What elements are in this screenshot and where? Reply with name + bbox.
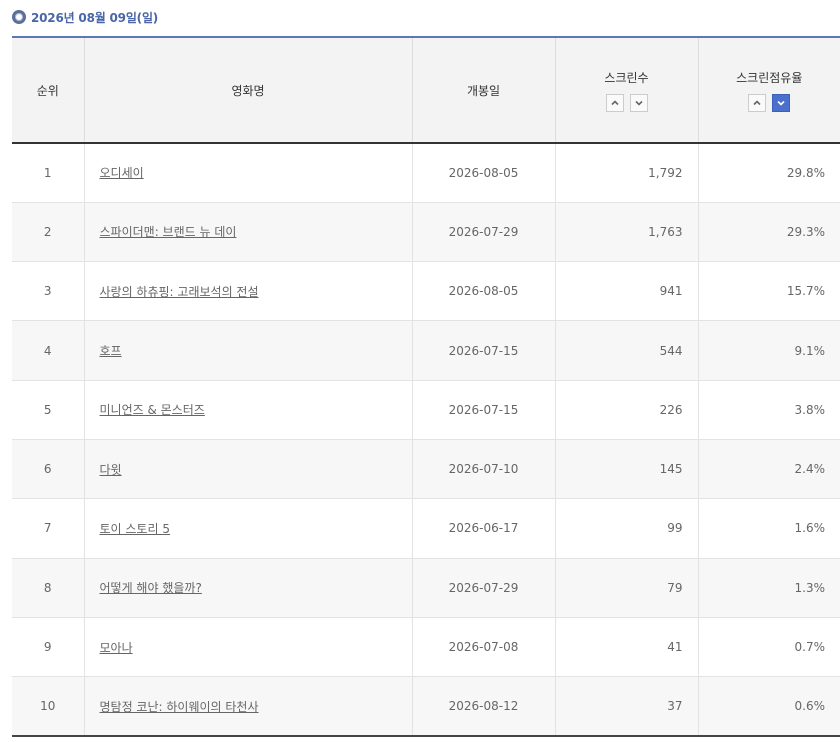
sort-desc-share-button[interactable]	[772, 93, 791, 112]
movie-title-link[interactable]: 미니언즈 & 몬스터즈	[100, 403, 205, 417]
share-sort-group	[699, 93, 840, 112]
screens-cell: 41	[555, 617, 699, 678]
share-cell: 2.4%	[698, 439, 840, 500]
screens-sort-group	[556, 93, 698, 112]
movie-title-link[interactable]: 모아나	[100, 641, 133, 655]
movie-title-link[interactable]: 명탐정 코난: 하이웨이의 타천사	[100, 700, 259, 714]
screens-cell: 145	[555, 439, 699, 500]
chevron-up-icon	[753, 99, 761, 105]
movie-title-link[interactable]: 스파이더맨: 브랜드 뉴 데이	[100, 225, 237, 239]
title-cell: 모아나	[84, 617, 413, 678]
screens-cell: 99	[555, 498, 699, 559]
col-header-share: 스크린점유율	[698, 36, 840, 144]
title-cell: 미니언즈 & 몬스터즈	[84, 380, 413, 440]
date-text: 2026년 08월 09일(일)	[31, 10, 159, 25]
rank-cell: 8	[12, 558, 85, 618]
rank-cell: 5	[12, 380, 85, 440]
table-row: 4 호프 2026-07-15 544 9.1%	[12, 320, 840, 381]
sort-asc-share-button[interactable]	[748, 93, 767, 112]
rank-cell: 3	[12, 261, 85, 322]
open-date-cell: 2026-07-29	[412, 202, 556, 263]
open-date-cell: 2026-06-17	[412, 498, 556, 559]
table-body: 1 오디세이 2026-08-05 1,792 29.8% 2 스파이더맨: 브랜드 뉴 데…	[12, 143, 840, 737]
table-row: 7 토이 스토리 5 2026-06-17 99 1.6%	[12, 498, 840, 559]
title-cell: 사랑의 하츄핑: 고래보석의 전설	[84, 261, 413, 322]
movie-title-link[interactable]: 오디세이	[100, 166, 144, 180]
share-cell: 1.3%	[698, 558, 840, 618]
open-date-cell: 2026-07-08	[412, 617, 556, 678]
share-cell: 9.1%	[698, 320, 840, 381]
table-row: 1 오디세이 2026-08-05 1,792 29.8%	[12, 143, 840, 203]
screens-cell: 1,792	[555, 143, 699, 203]
rank-cell: 6	[12, 439, 85, 500]
circle-bullet-icon	[12, 10, 26, 24]
col-header-screens-label: 스크린수	[604, 70, 649, 85]
rank-cell: 7	[12, 498, 85, 559]
movie-title-link[interactable]: 호프	[100, 344, 122, 358]
share-cell: 1.6%	[698, 498, 840, 559]
screens-cell: 37	[555, 676, 699, 737]
screens-cell: 941	[555, 261, 699, 322]
col-header-title: 영화명	[84, 36, 413, 144]
screens-cell: 544	[555, 320, 699, 381]
table-row: 6 다윗 2026-07-10 145 2.4%	[12, 439, 840, 500]
date-header: 2026년 08월 09일(일)	[12, 6, 158, 28]
share-cell: 3.8%	[698, 380, 840, 440]
share-cell: 0.7%	[698, 617, 840, 678]
title-cell: 토이 스토리 5	[84, 498, 413, 559]
open-date-cell: 2026-07-29	[412, 558, 556, 618]
table-row: 2 스파이더맨: 브랜드 뉴 데이 2026-07-29 1,763 29.3%	[12, 202, 840, 263]
screens-cell: 1,763	[555, 202, 699, 263]
movie-title-link[interactable]: 다윗	[100, 463, 122, 477]
col-header-screens: 스크린수	[555, 36, 699, 144]
share-cell: 0.6%	[698, 676, 840, 737]
col-header-rank: 순위	[12, 36, 85, 144]
title-cell: 호프	[84, 320, 413, 381]
rank-cell: 1	[12, 143, 85, 203]
open-date-cell: 2026-08-05	[412, 261, 556, 322]
open-date-cell: 2026-07-15	[412, 380, 556, 440]
rank-cell: 9	[12, 617, 85, 678]
movie-title-link[interactable]: 사랑의 하츄핑: 고래보석의 전설	[100, 285, 259, 299]
screens-cell: 226	[555, 380, 699, 440]
title-cell: 다윗	[84, 439, 413, 500]
sort-asc-screens-button[interactable]	[605, 93, 624, 112]
box-office-table: 순위 영화명 개봉일 스크린수 스크린점유율 1 오디세이 2026-08-05…	[12, 36, 840, 737]
rank-cell: 10	[12, 676, 85, 737]
open-date-cell: 2026-07-10	[412, 439, 556, 500]
open-date-cell: 2026-08-12	[412, 676, 556, 737]
table-row: 5 미니언즈 & 몬스터즈 2026-07-15 226 3.8%	[12, 380, 840, 440]
col-header-share-label: 스크린점유율	[736, 70, 803, 85]
title-cell: 어떻게 해야 했을까?	[84, 558, 413, 618]
table-header: 순위 영화명 개봉일 스크린수 스크린점유율	[12, 36, 840, 144]
col-header-open-date: 개봉일	[412, 36, 556, 144]
open-date-cell: 2026-08-05	[412, 143, 556, 203]
table-row: 8 어떻게 해야 했을까? 2026-07-29 79 1.3%	[12, 558, 840, 618]
title-cell: 명탐정 코난: 하이웨이의 타천사	[84, 676, 413, 737]
chevron-down-icon	[634, 100, 643, 106]
title-cell: 오디세이	[84, 143, 413, 203]
chevron-up-icon	[610, 99, 619, 105]
rank-cell: 4	[12, 320, 85, 381]
chevron-down-icon	[777, 100, 785, 106]
table-row: 9 모아나 2026-07-08 41 0.7%	[12, 617, 840, 678]
rank-cell: 2	[12, 202, 85, 263]
share-cell: 29.8%	[698, 143, 840, 203]
movie-title-link[interactable]: 어떻게 해야 했을까?	[100, 581, 202, 595]
table-row: 10 명탐정 코난: 하이웨이의 타천사 2026-08-12 37 0.6%	[12, 676, 840, 737]
sort-desc-screens-button[interactable]	[629, 93, 648, 112]
box-office-table-container: 순위 영화명 개봉일 스크린수 스크린점유율 1 오디세이 2026-08-05…	[12, 36, 840, 737]
title-cell: 스파이더맨: 브랜드 뉴 데이	[84, 202, 413, 263]
table-row: 3 사랑의 하츄핑: 고래보석의 전설 2026-08-05 941 15.7%	[12, 261, 840, 322]
share-cell: 15.7%	[698, 261, 840, 322]
share-cell: 29.3%	[698, 202, 840, 263]
movie-title-link[interactable]: 토이 스토리 5	[100, 522, 170, 536]
open-date-cell: 2026-07-15	[412, 320, 556, 381]
screens-cell: 79	[555, 558, 699, 618]
